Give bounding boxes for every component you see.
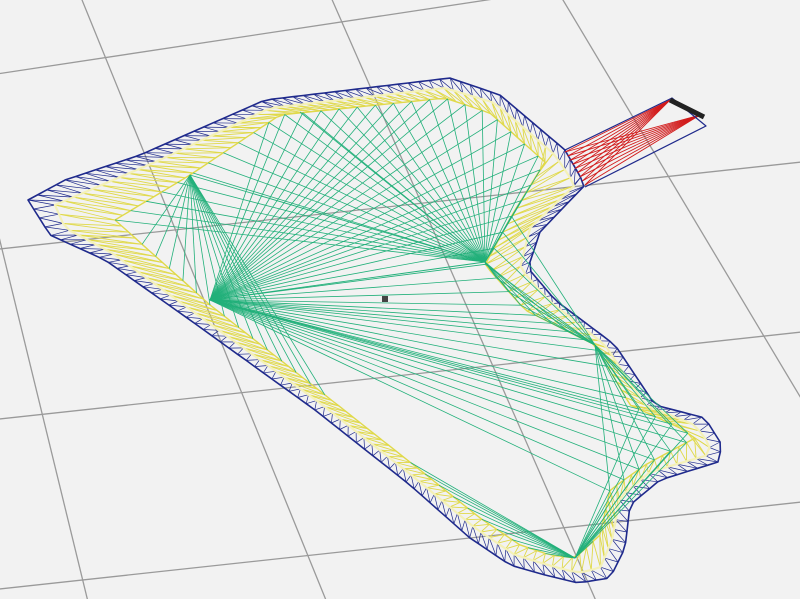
ground-grid xyxy=(0,0,800,599)
inlet-channel xyxy=(564,97,707,188)
center-point xyxy=(382,296,388,302)
grid-line xyxy=(562,0,800,398)
3d-viewport[interactable] xyxy=(0,0,800,599)
grid-line xyxy=(0,238,88,599)
center-marker[interactable] xyxy=(382,296,388,302)
grid-line xyxy=(0,0,492,75)
grid-line xyxy=(81,0,327,599)
inlet-cap xyxy=(668,97,706,120)
mesh-scene[interactable] xyxy=(0,0,800,599)
grid-line xyxy=(0,501,800,590)
